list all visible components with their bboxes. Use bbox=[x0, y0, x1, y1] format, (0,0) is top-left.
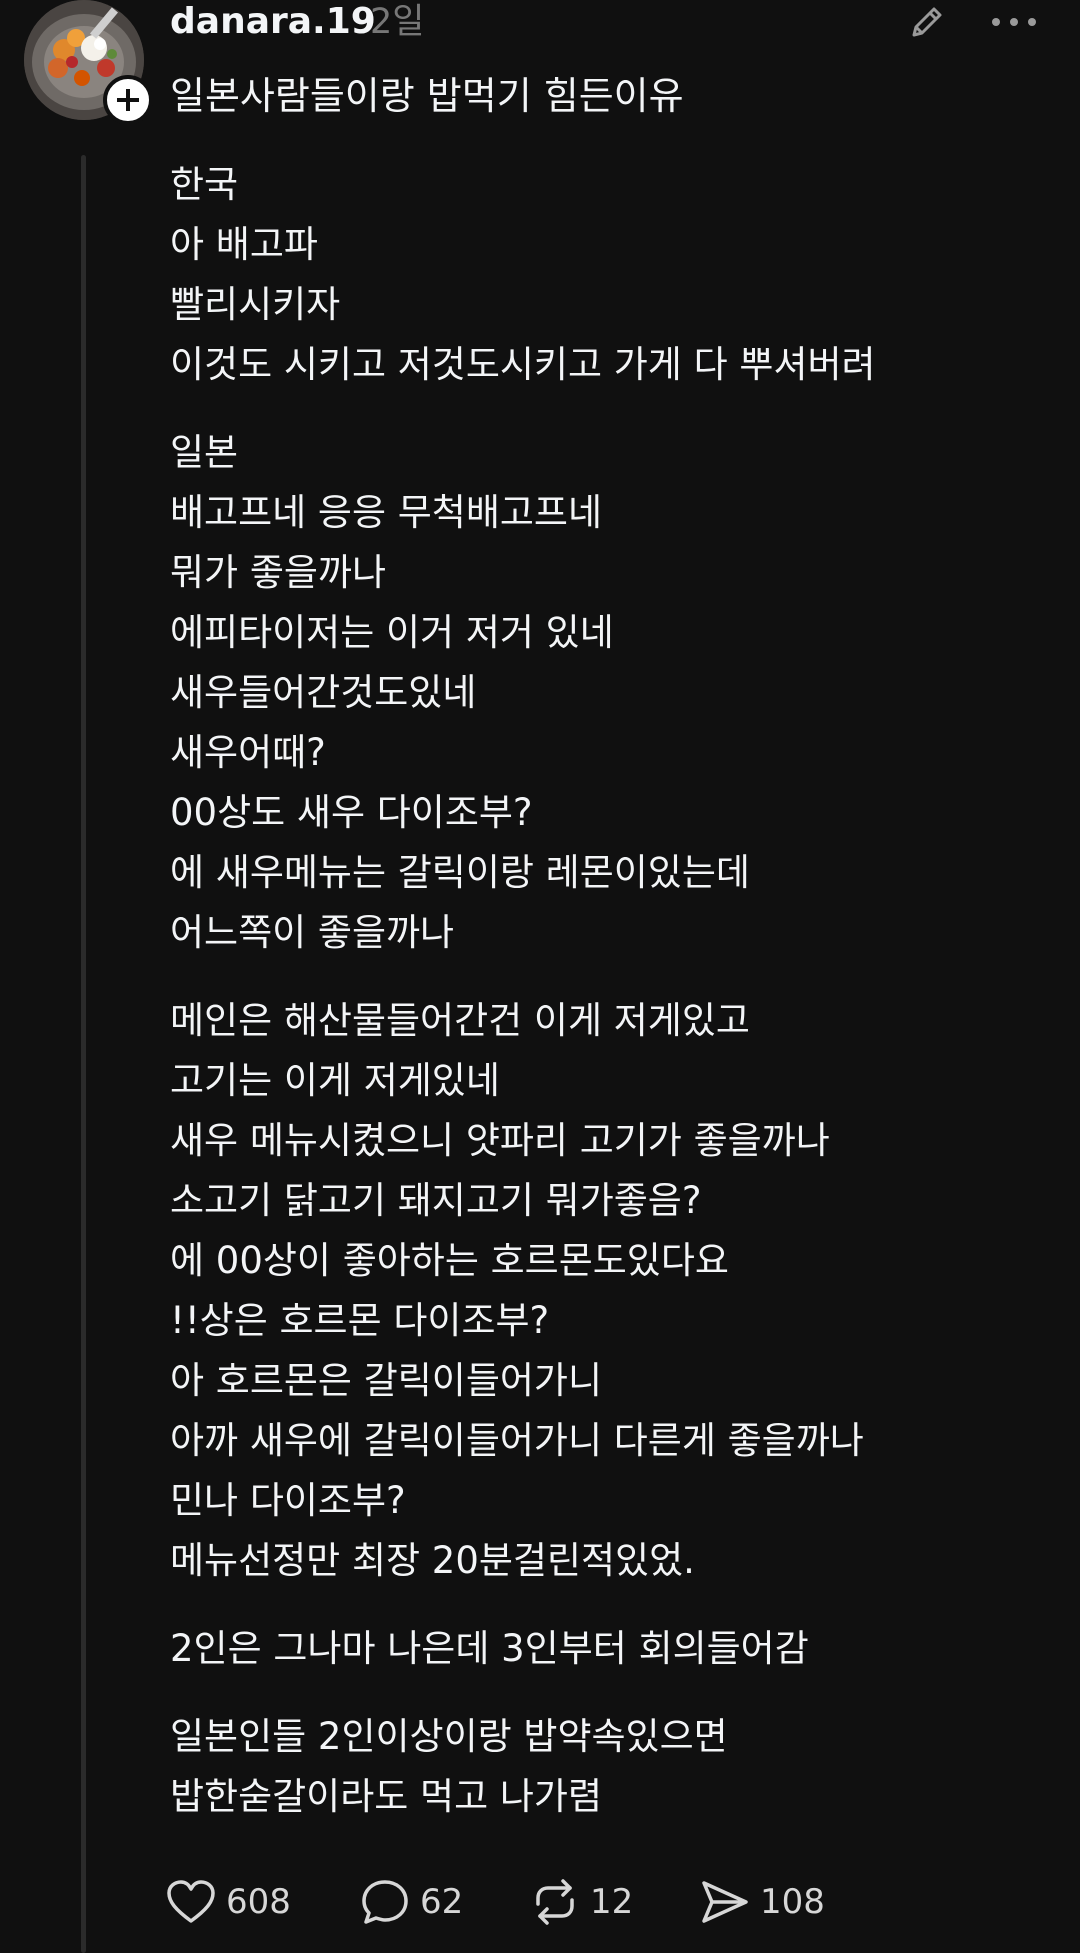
text-line: 뭐가 좋을까나 bbox=[170, 551, 387, 594]
text-line: 새우어때? bbox=[170, 731, 326, 774]
text-line: 고기는 이게 저게있네 bbox=[170, 1059, 500, 1102]
paragraph-main-menu: 메인은 해산물들어간건 이게 저게있고 고기는 이게 저게있네 새우 메뉴시켰으… bbox=[170, 991, 1050, 1591]
text-line: !!상은 호르몬 다이조부? bbox=[170, 1299, 550, 1342]
text-line: 빨리시키자 bbox=[170, 283, 341, 326]
post-title: 일본사람들이랑 밥먹기 힘든이유 bbox=[170, 74, 684, 118]
comment-icon bbox=[362, 1880, 408, 1924]
like-count: 608 bbox=[226, 1882, 291, 1922]
text-line: 소고기 닭고기 돼지고기 뭐가좋음? bbox=[170, 1179, 702, 1222]
post-body: 한국 아 배고파 빨리시키자 이것도 시키고 저것도시키고 가게 다 뿌셔버려 … bbox=[170, 155, 1050, 1855]
text-line: 밥한숟갈이라도 먹고 나가렴 bbox=[170, 1775, 603, 1818]
text-line: 새우 메뉴시켰으니 얏파리 고기가 좋을까나 bbox=[170, 1119, 830, 1162]
text-line: 2인은 그나마 나은데 3인부터 회의들어감 bbox=[170, 1627, 809, 1670]
more-options-button[interactable] bbox=[984, 4, 1044, 40]
edit-button[interactable] bbox=[902, 0, 952, 44]
text-line: 민나 다이조부? bbox=[170, 1479, 406, 1522]
text-line: 아 호르몬은 갈릭이들어가니 bbox=[170, 1359, 603, 1402]
share-count: 108 bbox=[760, 1882, 825, 1922]
text-line: 이것도 시키고 저것도시키고 가게 다 뿌셔버려 bbox=[170, 343, 876, 386]
post-timestamp: 2일 bbox=[370, 2, 425, 42]
more-dots-icon bbox=[992, 18, 1036, 26]
reply-button[interactable]: 62 bbox=[360, 1872, 463, 1932]
heart-icon bbox=[167, 1880, 215, 1923]
like-button[interactable]: 608 bbox=[166, 1872, 291, 1932]
repost-button[interactable]: 12 bbox=[530, 1872, 633, 1932]
text-line: 메인은 해산물들어간건 이게 저게있고 bbox=[170, 999, 750, 1042]
plus-icon bbox=[117, 89, 139, 111]
text-line: 배고프네 응응 무척배고프네 bbox=[170, 491, 603, 534]
text-line: 아까 새우에 갈릭이들어가니 다른게 좋을까나 bbox=[170, 1419, 864, 1462]
text-line: 에피타이저는 이거 저거 있네 bbox=[170, 611, 614, 654]
text-line: 일본 bbox=[170, 431, 239, 474]
paragraph-advice: 일본인들 2인이상이랑 밥약속있으면 밥한숟갈이라도 먹고 나가렴 bbox=[170, 1707, 1050, 1827]
share-button[interactable]: 108 bbox=[700, 1872, 825, 1932]
repost-count: 12 bbox=[590, 1882, 634, 1922]
reply-count: 62 bbox=[420, 1882, 464, 1922]
text-line: 한국 bbox=[170, 163, 239, 206]
text-line: 어느쪽이 좋을까나 bbox=[170, 911, 455, 954]
pencil-icon bbox=[912, 7, 942, 37]
action-bar: 608 62 12 108 bbox=[166, 1872, 1026, 1932]
text-line: 00상도 새우 다이조부? bbox=[170, 791, 533, 834]
repost-icon bbox=[536, 1879, 574, 1925]
send-icon bbox=[702, 1881, 748, 1923]
follow-button[interactable] bbox=[103, 75, 153, 125]
paragraph-korea: 한국 아 배고파 빨리시키자 이것도 시키고 저것도시키고 가게 다 뿌셔버려 bbox=[170, 155, 1050, 395]
text-line: 에 새우메뉴는 갈릭이랑 레몬이있는데 bbox=[170, 851, 750, 894]
thread-line bbox=[81, 155, 86, 1953]
paragraph-meeting: 2인은 그나마 나은데 3인부터 회의들어감 bbox=[170, 1619, 1050, 1679]
text-line: 메뉴선정만 최장 20분걸린적있었. bbox=[170, 1539, 695, 1582]
text-line: 새우들어간것도있네 bbox=[170, 671, 477, 714]
text-line: 아 배고파 bbox=[170, 223, 318, 266]
paragraph-japan: 일본 배고프네 응응 무척배고프네 뭐가 좋을까나 에피타이저는 이거 저거 있… bbox=[170, 423, 1050, 963]
text-line: 에 00상이 좋아하는 호르몬도있다요 bbox=[170, 1239, 729, 1282]
author-username[interactable]: danara.19 bbox=[170, 0, 376, 44]
text-line: 일본인들 2인이상이랑 밥약속있으면 bbox=[170, 1715, 728, 1758]
